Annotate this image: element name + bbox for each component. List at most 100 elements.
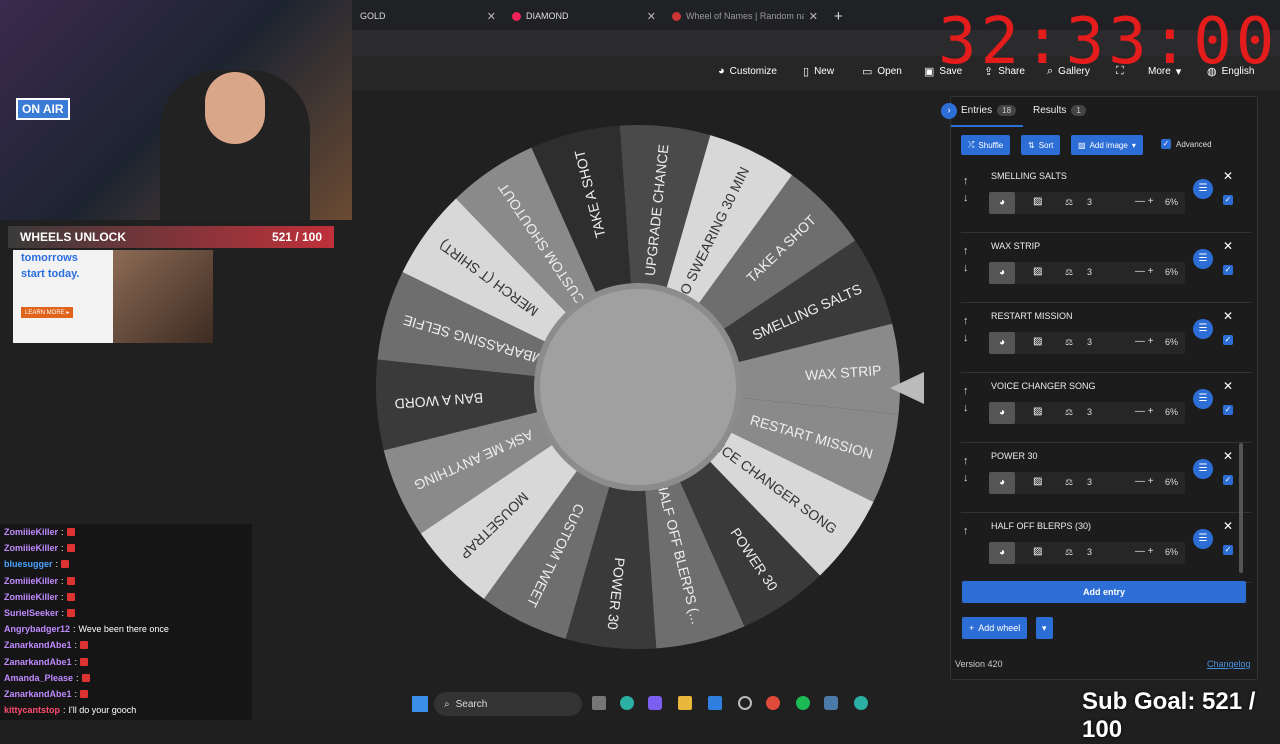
- edge-browser-icon[interactable]: [854, 696, 868, 710]
- weight-stepper[interactable]: — +: [1135, 196, 1154, 207]
- arrow-up-icon[interactable]: ↑: [963, 173, 969, 190]
- palette-icon[interactable]: ◕: [989, 332, 1015, 354]
- windows-start-icon[interactable]: [412, 696, 428, 712]
- image-icon[interactable]: ▨: [1033, 196, 1042, 207]
- chat-username[interactable]: ZomiiieKiller: [4, 576, 58, 586]
- palette-icon[interactable]: ◕: [989, 402, 1015, 424]
- entry-weight[interactable]: 3: [1087, 337, 1092, 347]
- close-icon[interactable]: ✕: [1223, 379, 1233, 393]
- entry-name[interactable]: VOICE CHANGER SONG: [991, 381, 1096, 391]
- weight-stepper[interactable]: — +: [1135, 546, 1154, 557]
- chat-username[interactable]: ZanarkandAbe1: [4, 657, 72, 667]
- entries-scrollbar[interactable]: [1239, 443, 1243, 573]
- chat-username[interactable]: SurielSeeker: [4, 608, 59, 618]
- close-tab-icon[interactable]: ✕: [809, 10, 818, 23]
- copilot-icon[interactable]: [648, 696, 662, 710]
- entry-name[interactable]: SMELLING SALTS: [991, 171, 1067, 181]
- entry-name[interactable]: HALF OFF BLERPS (30): [991, 521, 1091, 531]
- tab-entries[interactable]: Entries 18: [961, 105, 1017, 116]
- app-icon[interactable]: [738, 696, 752, 710]
- weight-stepper[interactable]: — +: [1135, 336, 1154, 347]
- chat-username[interactable]: ZomiiieKiller: [4, 543, 58, 553]
- browser-tab[interactable]: GOLD ✕: [352, 4, 502, 28]
- close-icon[interactable]: ✕: [1223, 449, 1233, 463]
- arrow-up-icon[interactable]: ↑: [963, 453, 969, 470]
- arrow-up-icon[interactable]: ↑: [963, 523, 969, 540]
- chat-username[interactable]: ZomiiieKiller: [4, 527, 58, 537]
- image-icon[interactable]: ▨: [1033, 266, 1042, 277]
- entry-settings-button[interactable]: ☰: [1193, 529, 1213, 549]
- entry-enabled-checkbox[interactable]: ✓: [1223, 399, 1233, 417]
- chat-username[interactable]: ZomiiieKiller: [4, 592, 58, 602]
- close-icon[interactable]: ✕: [1223, 519, 1233, 533]
- reorder-arrows[interactable]: ↑ ↓: [963, 383, 969, 417]
- palette-icon[interactable]: ◕: [989, 192, 1015, 214]
- entry-weight[interactable]: 3: [1087, 547, 1092, 557]
- close-icon[interactable]: ✕: [1223, 169, 1233, 183]
- chat-username[interactable]: bluesugger: [4, 559, 53, 569]
- edge-browser-icon[interactable]: [620, 696, 634, 710]
- spotify-icon[interactable]: [796, 696, 810, 710]
- palette-icon[interactable]: ◕: [989, 262, 1015, 284]
- entry-enabled-checkbox[interactable]: ✓: [1223, 469, 1233, 487]
- entry-weight[interactable]: 3: [1087, 197, 1092, 207]
- entry-enabled-checkbox[interactable]: ✓: [1223, 259, 1233, 277]
- new-tab-button[interactable]: +: [826, 4, 851, 28]
- palette-icon[interactable]: ◕: [989, 472, 1015, 494]
- entry-settings-button[interactable]: ☰: [1193, 319, 1213, 339]
- steam-icon[interactable]: [824, 696, 838, 710]
- changelog-link[interactable]: Changelog: [1207, 659, 1251, 669]
- add-entry-button[interactable]: Add entry: [962, 581, 1246, 603]
- weight-stepper[interactable]: — +: [1135, 406, 1154, 417]
- browser-tab-active[interactable]: Wheel of Names | Random name ✕: [664, 4, 824, 28]
- close-icon[interactable]: ✕: [1223, 239, 1233, 253]
- add-wheel-dropdown[interactable]: ▾: [1036, 617, 1053, 639]
- entry-weight[interactable]: 3: [1087, 407, 1092, 417]
- arrow-up-icon[interactable]: ↑: [963, 383, 969, 400]
- arrow-down-icon[interactable]: ↓: [963, 190, 969, 207]
- entry-weight[interactable]: 3: [1087, 267, 1092, 277]
- reorder-arrows[interactable]: ↑: [963, 523, 969, 540]
- close-tab-icon[interactable]: ✕: [487, 10, 496, 23]
- entry-settings-button[interactable]: ☰: [1193, 249, 1213, 269]
- arrow-down-icon[interactable]: ↓: [963, 330, 969, 347]
- chat-username[interactable]: Amanda_Please: [4, 673, 73, 683]
- arrow-down-icon[interactable]: ↓: [963, 400, 969, 417]
- task-view-icon[interactable]: [592, 696, 606, 710]
- weight-stepper[interactable]: — +: [1135, 266, 1154, 277]
- entry-settings-button[interactable]: ☰: [1193, 179, 1213, 199]
- file-explorer-icon[interactable]: [678, 696, 692, 710]
- reorder-arrows[interactable]: ↑ ↓: [963, 243, 969, 277]
- chat-username[interactable]: kittycantstop: [4, 705, 60, 715]
- image-icon[interactable]: ▨: [1033, 336, 1042, 347]
- chrome-icon[interactable]: [766, 696, 780, 710]
- customize-button[interactable]: ◕ Customize: [718, 65, 777, 77]
- tab-results[interactable]: Results 1: [1033, 105, 1086, 116]
- ad-banner[interactable]: tomorrows start today. LEARN MORE ▸: [13, 250, 213, 343]
- weight-stepper[interactable]: — +: [1135, 476, 1154, 487]
- add-image-button[interactable]: ▨ Add image ▾: [1071, 135, 1143, 155]
- add-wheel-button[interactable]: + Add wheel: [962, 617, 1028, 639]
- chat-username[interactable]: ZanarkandAbe1: [4, 640, 72, 650]
- entry-name[interactable]: POWER 30: [991, 451, 1038, 461]
- wheel[interactable]: WAX STRIPSMELLING SALTSTAKE A SHOTNO SWE…: [370, 120, 930, 660]
- taskbar-search[interactable]: ⌕ Search: [434, 692, 582, 716]
- open-button[interactable]: ▭ Open: [862, 65, 902, 78]
- reorder-arrows[interactable]: ↑ ↓: [963, 173, 969, 207]
- advanced-toggle[interactable]: ✓ Advanced: [1161, 139, 1212, 149]
- arrow-down-icon[interactable]: ↓: [963, 260, 969, 277]
- close-tab-icon[interactable]: ✕: [647, 10, 656, 23]
- image-icon[interactable]: ▨: [1033, 476, 1042, 487]
- reorder-arrows[interactable]: ↑ ↓: [963, 313, 969, 347]
- entry-enabled-checkbox[interactable]: ✓: [1223, 189, 1233, 207]
- arrow-up-icon[interactable]: ↑: [963, 313, 969, 330]
- entry-name[interactable]: RESTART MISSION: [991, 311, 1073, 321]
- shuffle-button[interactable]: ⤮ Shuffle: [961, 135, 1011, 155]
- collapse-panel-button[interactable]: ›: [941, 103, 957, 119]
- entry-enabled-checkbox[interactable]: ✓: [1223, 329, 1233, 347]
- image-icon[interactable]: ▨: [1033, 546, 1042, 557]
- arrow-down-icon[interactable]: ↓: [963, 470, 969, 487]
- entry-settings-button[interactable]: ☰: [1193, 459, 1213, 479]
- chat-username[interactable]: ZanarkandAbe1: [4, 689, 72, 699]
- new-button[interactable]: ▯ New: [803, 65, 834, 78]
